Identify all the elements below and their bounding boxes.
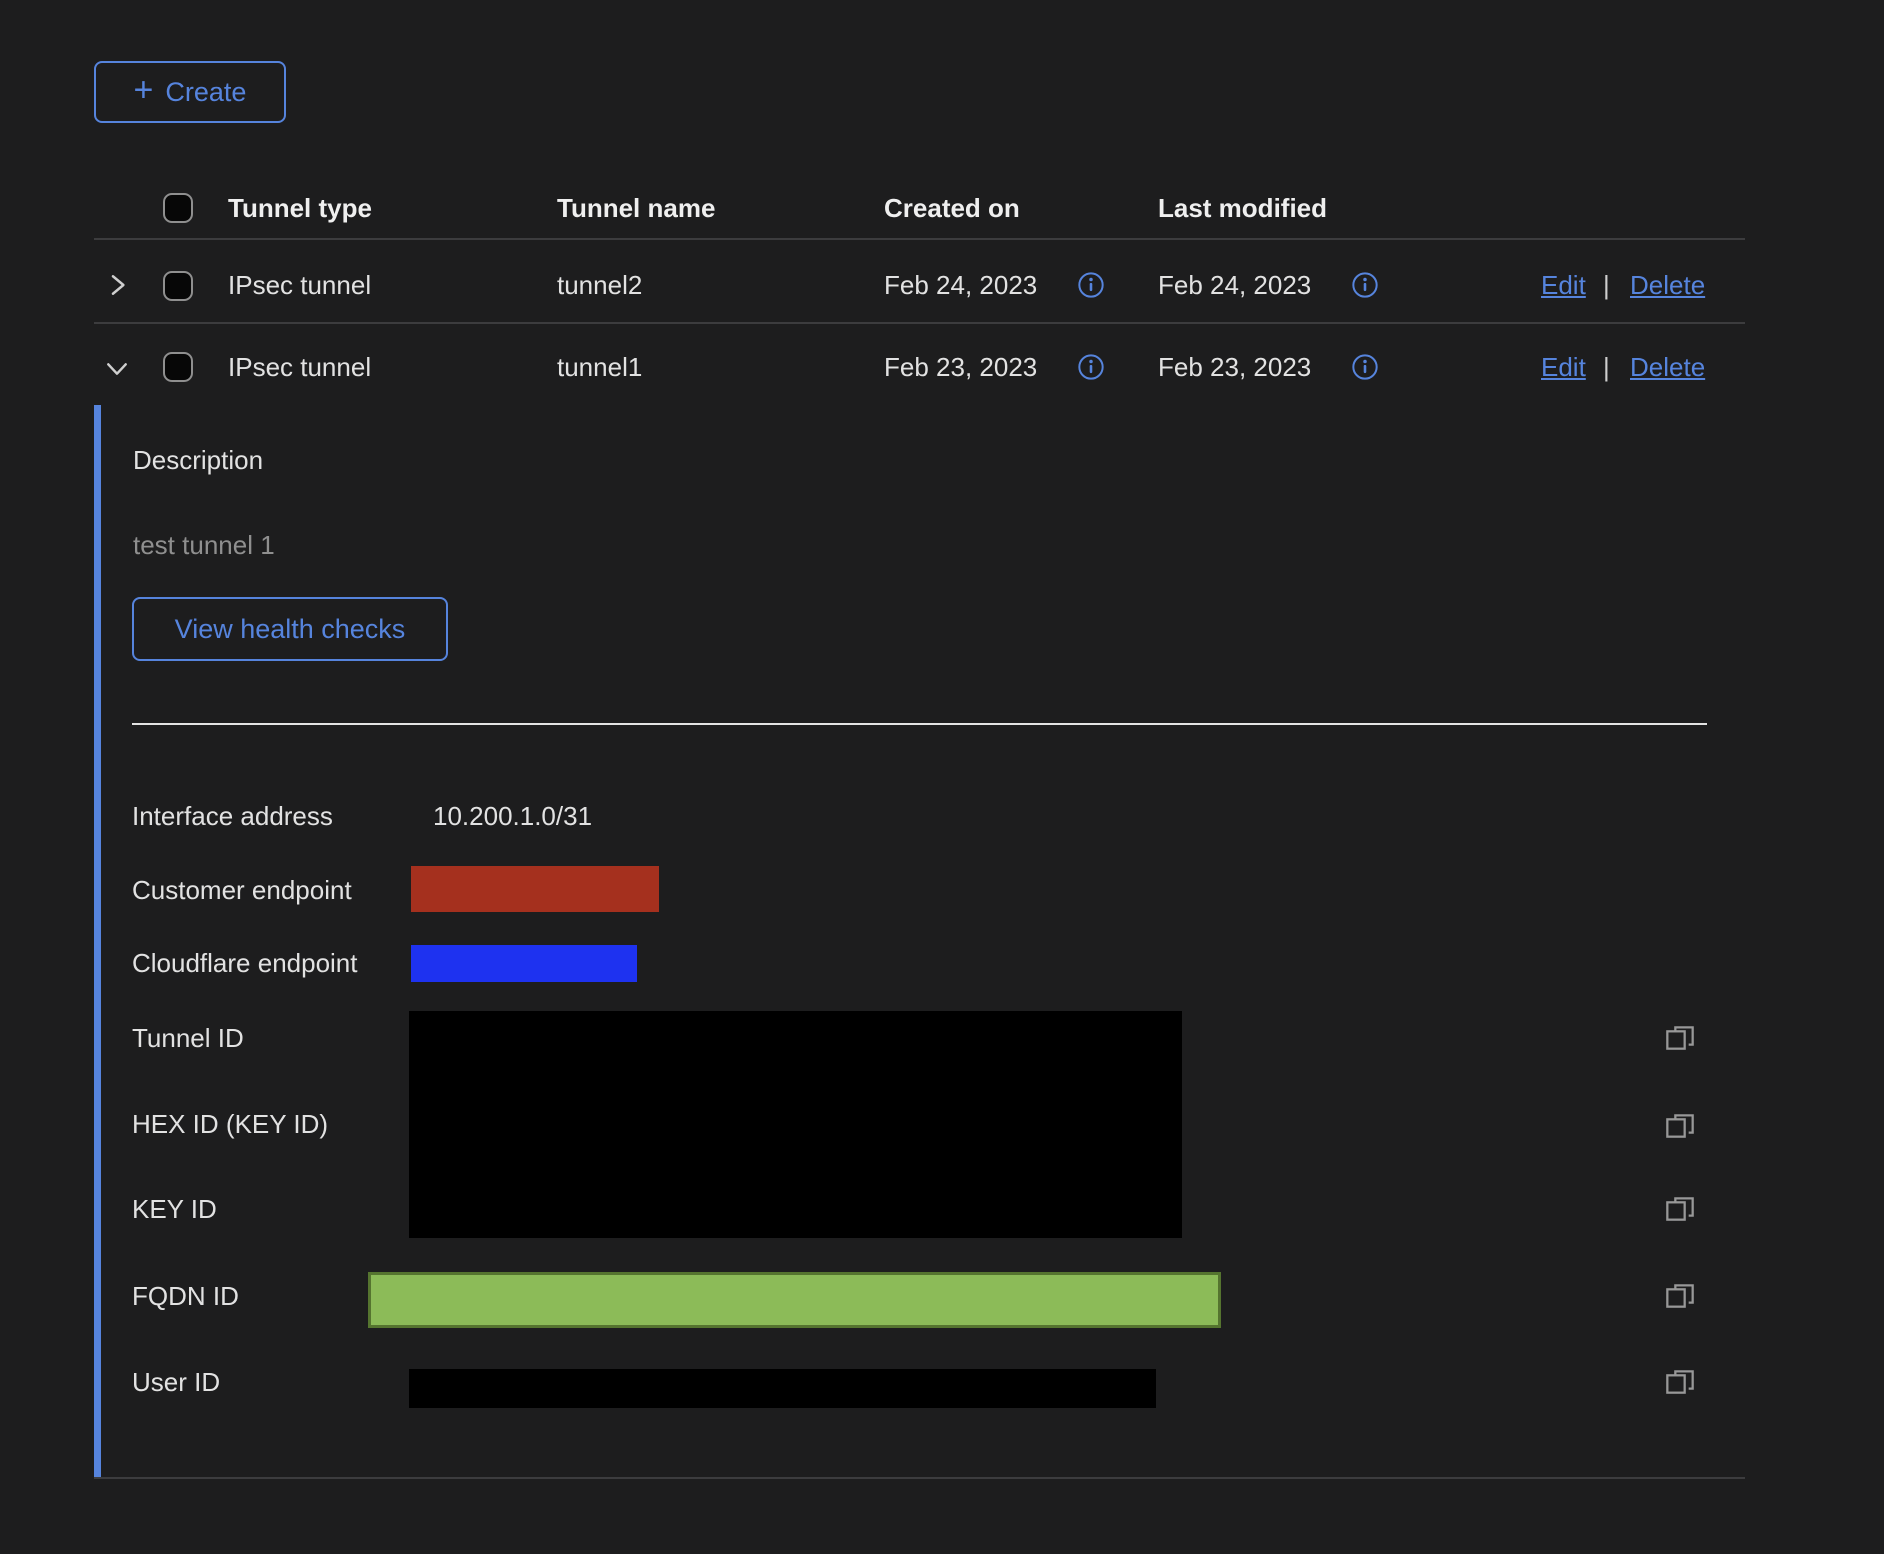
detail-divider <box>132 723 1707 725</box>
tunnel-type-cell: IPsec tunnel <box>228 351 371 383</box>
copy-user-id-button[interactable] <box>1664 1368 1696 1403</box>
copy-icon <box>1664 1215 1696 1230</box>
tunnel-id-label: Tunnel ID <box>132 1022 244 1054</box>
cloudflare-endpoint-label: Cloudflare endpoint <box>132 947 358 979</box>
copy-icon <box>1664 1044 1696 1059</box>
created-on-cell: Feb 23, 2023 <box>884 351 1037 383</box>
action-separator: | <box>1603 269 1610 301</box>
header-divider <box>94 238 1745 240</box>
delete-link[interactable]: Delete <box>1630 351 1705 383</box>
plus-icon: + <box>134 75 154 105</box>
action-separator: | <box>1603 351 1610 383</box>
copy-fqdn-id-button[interactable] <box>1664 1282 1696 1317</box>
customer-endpoint-redacted-value <box>411 866 659 912</box>
edit-link[interactable]: Edit <box>1541 269 1586 301</box>
copy-icon <box>1664 1132 1696 1147</box>
tunnel-name-cell: tunnel2 <box>557 269 642 301</box>
description-label: Description <box>133 444 263 476</box>
column-header-created-on: Created on <box>884 192 1020 224</box>
panel-bottom-divider <box>94 1477 1745 1479</box>
copy-hex-id-button[interactable] <box>1664 1112 1696 1147</box>
tunnel-type-cell: IPsec tunnel <box>228 269 371 301</box>
tunnel-name-cell: tunnel1 <box>557 351 642 383</box>
expanded-row-accent-bar <box>94 405 101 1478</box>
created-on-cell: Feb 24, 2023 <box>884 269 1037 301</box>
last-modified-cell: Feb 23, 2023 <box>1158 351 1311 383</box>
created-on-info-icon[interactable] <box>1077 271 1105 302</box>
create-button[interactable]: + Create <box>94 61 286 123</box>
last-modified-info-icon[interactable] <box>1351 353 1379 384</box>
interface-address-value: 10.200.1.0/31 <box>433 800 592 832</box>
copy-tunnel-id-button[interactable] <box>1664 1024 1696 1059</box>
column-header-last-modified: Last modified <box>1158 192 1327 224</box>
create-button-label: Create <box>165 77 246 108</box>
copy-key-id-button[interactable] <box>1664 1195 1696 1230</box>
chevron-right-icon <box>103 287 131 302</box>
ipsec-tunnels-page: + Create Tunnel type Tunnel name Created… <box>0 0 1884 1554</box>
column-header-tunnel-type: Tunnel type <box>228 192 372 224</box>
row-checkbox[interactable] <box>163 271 193 301</box>
hex-id-label: HEX ID (KEY ID) <box>132 1108 328 1140</box>
view-health-checks-label: View health checks <box>175 614 406 645</box>
collapse-row-button[interactable] <box>103 355 131 386</box>
row-checkbox[interactable] <box>163 352 193 382</box>
delete-link[interactable]: Delete <box>1630 269 1705 301</box>
key-id-label: KEY ID <box>132 1193 217 1225</box>
user-id-label: User ID <box>132 1366 220 1398</box>
copy-icon <box>1664 1388 1696 1403</box>
select-all-checkbox[interactable] <box>163 193 193 223</box>
interface-address-label: Interface address <box>132 800 333 832</box>
last-modified-info-icon[interactable] <box>1351 271 1379 302</box>
ids-redacted-value-block <box>409 1011 1182 1238</box>
description-value: test tunnel 1 <box>133 529 275 561</box>
customer-endpoint-label: Customer endpoint <box>132 874 352 906</box>
expand-row-button[interactable] <box>103 271 131 302</box>
column-header-tunnel-name: Tunnel name <box>557 192 715 224</box>
chevron-down-icon <box>103 371 131 386</box>
fqdn-id-redacted-value <box>368 1272 1221 1328</box>
view-health-checks-button[interactable]: View health checks <box>132 597 448 661</box>
edit-link[interactable]: Edit <box>1541 351 1586 383</box>
row-divider <box>94 322 1745 324</box>
cloudflare-endpoint-redacted-value <box>411 945 637 982</box>
copy-icon <box>1664 1302 1696 1317</box>
fqdn-id-label: FQDN ID <box>132 1280 239 1312</box>
created-on-info-icon[interactable] <box>1077 353 1105 384</box>
user-id-redacted-value <box>409 1369 1156 1408</box>
last-modified-cell: Feb 24, 2023 <box>1158 269 1311 301</box>
